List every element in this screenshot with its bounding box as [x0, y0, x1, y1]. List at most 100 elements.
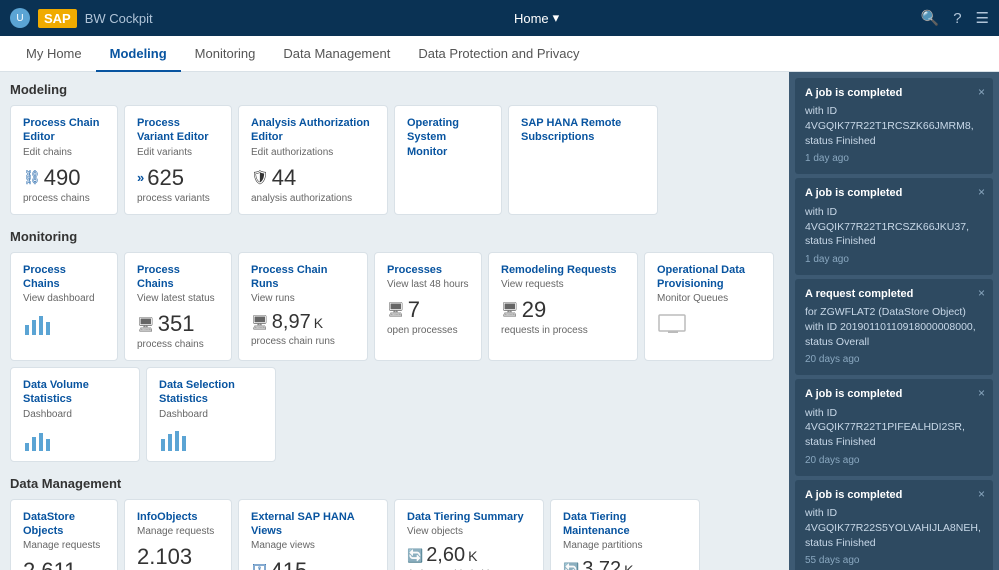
notif-5-time: 55 days ago — [805, 554, 983, 568]
card-sap-hana-remote[interactable]: SAP HANA Remote Subscriptions — [508, 105, 658, 215]
card-datastore-objects-subtitle: Manage requests — [23, 540, 105, 552]
card-proc-chain-runs-subtitle: View runs — [251, 293, 355, 305]
tiering-icon-2: 🔄 — [563, 562, 579, 570]
nav-item-my-home[interactable]: My Home — [12, 36, 96, 72]
close-icon-1[interactable]: × — [978, 84, 985, 101]
close-icon-2[interactable]: × — [978, 184, 985, 201]
nav-item-data-management[interactable]: Data Management — [269, 36, 404, 72]
card-process-variant-editor-footer: process variants — [137, 193, 219, 204]
card-datastore-objects-value: 2.611 — [23, 558, 105, 570]
data-management-cards-row: DataStore Objects Manage requests 2.611 … — [10, 499, 779, 570]
notif-1-title: A job is completed — [805, 86, 983, 101]
notif-3-title: A request completed — [805, 287, 983, 302]
card-sap-hana-remote-title: SAP HANA Remote Subscriptions — [521, 116, 645, 145]
card-remodeling-requests-footer: requests in process — [501, 325, 625, 336]
notif-3-time: 20 days ago — [805, 353, 983, 367]
card-ext-sap-hana-views-title: External SAP HANA Views — [251, 510, 375, 539]
card-data-selection-stats-subtitle: Dashboard — [159, 409, 263, 421]
monitor-icon-2: 🖥 — [251, 314, 269, 331]
card-processes[interactable]: Processes View last 48 hours 🖥 7 open pr… — [374, 252, 482, 362]
section-monitoring: Monitoring Process Chains View dashboard — [10, 229, 779, 462]
card-os-monitor[interactable]: Operating System Monitor — [394, 105, 502, 215]
card-datastore-objects[interactable]: DataStore Objects Manage requests 2.611 … — [10, 499, 118, 570]
bar-chart-icon — [23, 313, 105, 335]
card-infoobjects[interactable]: InfoObjects Manage requests 2.103 InfoOb… — [124, 499, 232, 570]
card-process-variant-editor-value: » 625 — [137, 165, 219, 191]
card-ext-sap-hana-views[interactable]: External SAP HANA Views Manage views 🗄 4… — [238, 499, 388, 570]
notification-item-3: × A request completed for ZGWFLAT2 (Data… — [795, 279, 993, 375]
nav-item-modeling[interactable]: Modeling — [96, 36, 181, 72]
notif-2-body: with ID 4VGQIK77R22T1RCSZK66JKU37, statu… — [805, 205, 983, 249]
card-proc-chains-status-subtitle: View latest status — [137, 293, 219, 305]
close-icon-4[interactable]: × — [978, 385, 985, 402]
bar-chart2-icon — [23, 429, 127, 451]
user-avatar[interactable]: U — [10, 8, 30, 28]
card-proc-chains-status-footer: process chains — [137, 339, 219, 350]
notif-4-body: with ID 4VGQIK77R22T1PIFEALHDI2SR, statu… — [805, 406, 983, 450]
db-icon: 🗄 — [251, 563, 268, 570]
content-panel: Modeling Process Chain Editor Edit chain… — [0, 72, 789, 570]
card-proc-chain-runs[interactable]: Process Chain Runs View runs 🖥 8,97 K pr… — [238, 252, 368, 362]
card-operational-data-prov[interactable]: Operational Data Provisioning Monitor Qu… — [644, 252, 774, 362]
monitor-empty-icon — [657, 313, 761, 335]
card-data-selection-stats[interactable]: Data Selection Statistics Dashboard — [146, 367, 276, 462]
card-proc-chains-status[interactable]: Process Chains View latest status 🖥 351 … — [124, 252, 232, 362]
double-arrow-icon: » — [137, 170, 144, 185]
card-data-selection-stats-title: Data Selection Statistics — [159, 378, 263, 407]
card-proc-chains-dash-subtitle: View dashboard — [23, 293, 105, 305]
card-remodeling-requests-subtitle: View requests — [501, 279, 625, 291]
card-data-tiering-summary-title: Data Tiering Summary — [407, 510, 531, 524]
card-data-volume-stats-subtitle: Dashboard — [23, 409, 127, 421]
card-process-variant-editor[interactable]: Process Variant Editor Edit variants » 6… — [124, 105, 232, 215]
notif-5-body: with ID 4VGQIK77R22S5YOLVAHIJLA8NEH, sta… — [805, 506, 983, 550]
card-os-monitor-title: Operating System Monitor — [407, 116, 489, 159]
search-icon[interactable]: 🔍 — [921, 9, 940, 27]
card-infoobjects-value: 2.103 — [137, 544, 219, 570]
monitor-icon-4: 🖥 — [501, 301, 519, 318]
card-process-variant-editor-subtitle: Edit variants — [137, 147, 219, 159]
card-process-variant-editor-title: Process Variant Editor — [137, 116, 219, 145]
tiering-icon: 🔄 — [407, 548, 423, 564]
card-data-tiering-summary-subtitle: View objects — [407, 526, 531, 538]
card-data-tiering-summary[interactable]: Data Tiering Summary View objects 🔄 2,60… — [394, 499, 544, 570]
card-processes-value: 🖥 7 — [387, 297, 469, 323]
card-proc-chain-runs-value: 🖥 8,97 K — [251, 311, 355, 334]
section-modeling-title: Modeling — [10, 82, 779, 97]
card-analysis-auth-editor[interactable]: Analysis Authorization Editor Edit autho… — [238, 105, 388, 215]
nav-item-data-protection[interactable]: Data Protection and Privacy — [404, 36, 593, 72]
header-left: U SAP BW Cockpit — [10, 8, 153, 28]
card-data-volume-stats[interactable]: Data Volume Statistics Dashboard — [10, 367, 140, 462]
card-data-volume-stats-title: Data Volume Statistics — [23, 378, 127, 407]
chevron-down-icon[interactable]: ▾ — [553, 10, 560, 26]
monitor-icon: 🖥 — [137, 316, 155, 333]
header-center: Home ▾ — [514, 10, 559, 26]
card-remodeling-requests[interactable]: Remodeling Requests View requests 🖥 29 r… — [488, 252, 638, 362]
close-icon-5[interactable]: × — [978, 486, 985, 503]
notification-item-5: × A job is completed with ID 4VGQIK77R22… — [795, 480, 993, 570]
card-operational-data-prov-subtitle: Monitor Queues — [657, 293, 761, 305]
section-modeling: Modeling Process Chain Editor Edit chain… — [10, 82, 779, 215]
notification-panel: × A job is completed with ID 4VGQIK77R22… — [789, 72, 999, 570]
notification-item-2: × A job is completed with ID 4VGQIK77R22… — [795, 178, 993, 274]
card-process-chain-editor[interactable]: Process Chain Editor Edit chains ⛓ 490 p… — [10, 105, 118, 215]
menu-icon[interactable]: ☰ — [976, 9, 989, 27]
card-data-tiering-maint-subtitle: Manage partitions — [563, 540, 687, 552]
nav-item-monitoring[interactable]: Monitoring — [181, 36, 270, 72]
card-data-tiering-maint-title: Data Tiering Maintenance — [563, 510, 687, 539]
card-datastore-objects-title: DataStore Objects — [23, 510, 105, 539]
card-process-chain-editor-footer: process chains — [23, 193, 105, 204]
card-proc-chains-dash[interactable]: Process Chains View dashboard — [10, 252, 118, 362]
help-icon[interactable]: ? — [953, 10, 961, 27]
main-content: Modeling Process Chain Editor Edit chain… — [0, 72, 999, 570]
app-header: U SAP BW Cockpit Home ▾ 🔍 ? ☰ — [0, 0, 999, 36]
close-icon-3[interactable]: × — [978, 285, 985, 302]
card-data-tiering-maint[interactable]: Data Tiering Maintenance Manage partitio… — [550, 499, 700, 570]
home-label[interactable]: Home — [514, 11, 549, 26]
card-data-tiering-maint-value: 🔄 3,72 K — [563, 558, 687, 570]
notif-1-time: 1 day ago — [805, 152, 983, 166]
card-data-tiering-summary-value: 🔄 2,60 K — [407, 544, 531, 567]
section-monitoring-title: Monitoring — [10, 229, 779, 244]
notification-item-1: × A job is completed with ID 4VGQIK77R22… — [795, 78, 993, 174]
card-process-chain-editor-title: Process Chain Editor — [23, 116, 105, 145]
card-analysis-auth-editor-footer: analysis authorizations — [251, 193, 375, 204]
